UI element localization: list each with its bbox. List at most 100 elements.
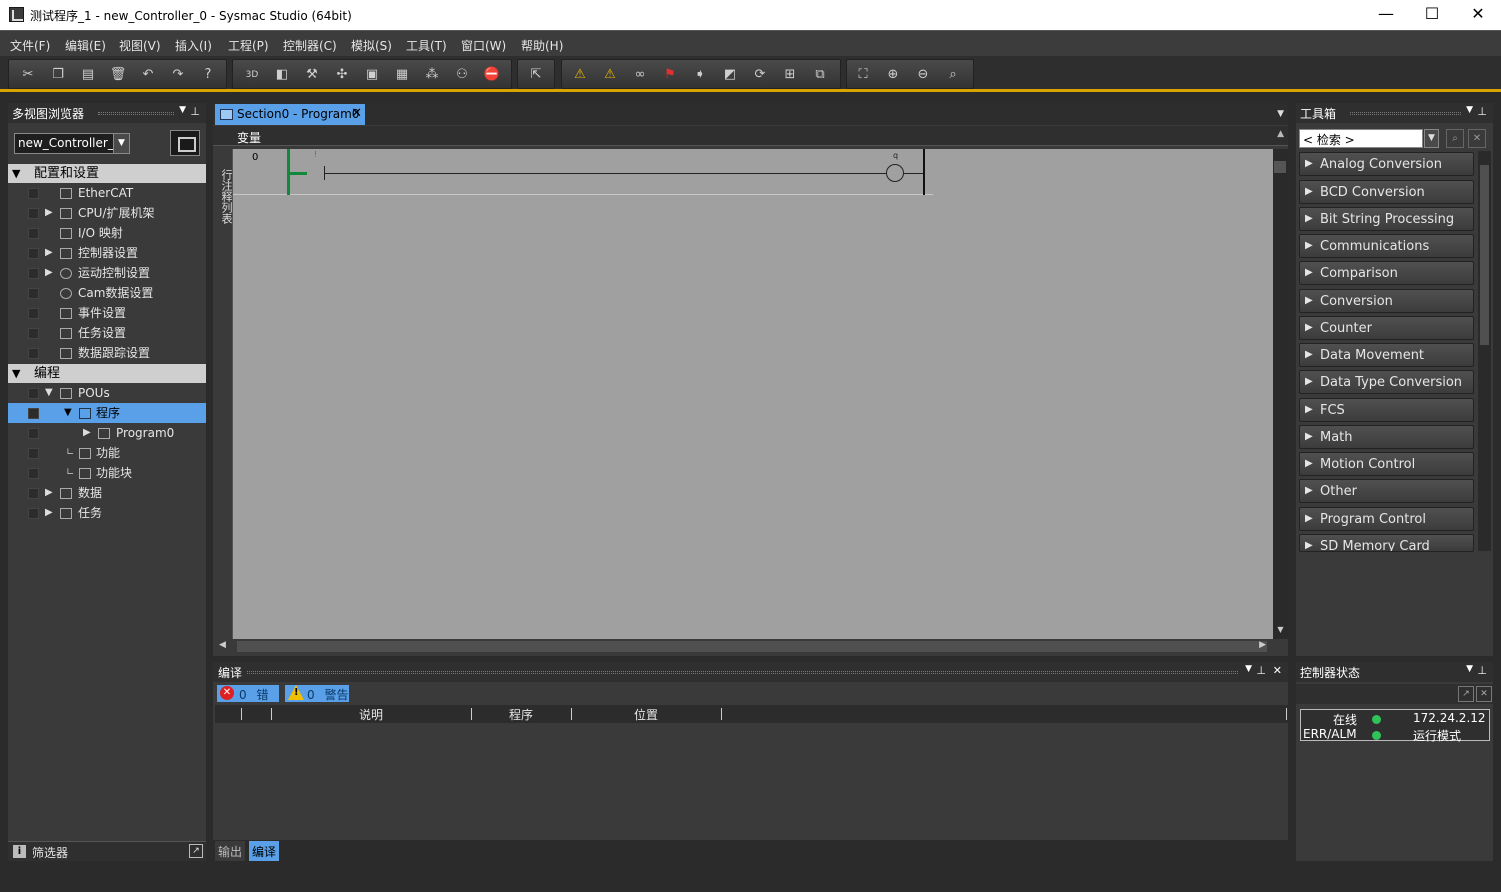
expand-icon[interactable]: ▶: [45, 503, 53, 523]
toolbox-item[interactable]: ▶ Counter: [1299, 316, 1474, 340]
tree-checkbox[interactable]: [28, 408, 39, 419]
controller-status-icon[interactable]: [170, 130, 200, 156]
toolbox-item[interactable]: ▶ Other: [1299, 479, 1474, 503]
error-count-toggle[interactable]: ✕ 0 错误: [217, 685, 279, 719]
scroll-up-icon[interactable]: ▲: [1277, 129, 1284, 139]
pin-icon[interactable]: ⊥: [1477, 105, 1487, 118]
dashboard-icon[interactable]: ▣: [361, 64, 383, 86]
binoculars-icon[interactable]: ⚇: [451, 64, 473, 86]
build-icon[interactable]: ⚒: [301, 64, 323, 86]
tree-checkbox[interactable]: [28, 268, 39, 279]
clear-warning-icon[interactable]: ⚠: [599, 64, 621, 86]
panel-menu-icon[interactable]: ▼: [1466, 105, 1473, 115]
monitor-icon[interactable]: ▦: [391, 64, 413, 86]
tree-checkbox[interactable]: [28, 208, 39, 219]
toolbox-item[interactable]: ▶ BCD Conversion: [1299, 180, 1474, 204]
line-comment-sidebar[interactable]: 行注释列表: [215, 149, 233, 639]
tree-checkbox[interactable]: [28, 428, 39, 439]
compare-icon[interactable]: ⧉: [809, 64, 831, 86]
toolbox-item[interactable]: ▶ Motion Control: [1299, 452, 1474, 476]
panel-menu-icon[interactable]: ▼: [1245, 664, 1252, 674]
rung-0[interactable]: 0 ! q: [233, 149, 933, 195]
toolbox-scrollbar[interactable]: [1478, 151, 1491, 551]
column-separator[interactable]: [571, 708, 572, 720]
tree-item-data-trace[interactable]: 数据跟踪设置: [8, 343, 206, 363]
tree-checkbox[interactable]: [28, 248, 39, 259]
undo-icon[interactable]: ↶: [137, 64, 159, 86]
ladder-canvas[interactable]: 0 ! q: [233, 149, 1273, 639]
column-separator[interactable]: [721, 708, 722, 720]
column-program[interactable]: 程序: [509, 706, 533, 723]
toolbox-item[interactable]: ▶ FCS: [1299, 398, 1474, 422]
tree-checkbox[interactable]: [28, 228, 39, 239]
popout-icon[interactable]: ↗: [1458, 686, 1474, 702]
minimize-button[interactable]: —: [1363, 0, 1409, 30]
column-separator[interactable]: [1286, 708, 1287, 720]
paste-icon[interactable]: ▤: [77, 64, 99, 86]
tree-item-programs[interactable]: ▼ 程序: [8, 403, 206, 423]
help-icon[interactable]: ?: [197, 64, 219, 86]
menu-insert[interactable]: 插入(I): [175, 37, 212, 54]
editor-vertical-scrollbar[interactable]: ▼: [1273, 149, 1288, 639]
menu-project[interactable]: 工程(P): [228, 37, 269, 54]
warning-count-toggle[interactable]: ! 0 警告: [285, 685, 349, 702]
collapse-icon[interactable]: ▼: [12, 164, 20, 183]
column-location[interactable]: 位置: [634, 706, 658, 723]
tree-checkbox[interactable]: [28, 508, 39, 519]
clear-search-icon[interactable]: ✕: [1468, 129, 1486, 148]
tree-item-cam-data[interactable]: Cam数据设置: [8, 283, 206, 303]
refresh-icon[interactable]: ⟳: [749, 64, 771, 86]
menu-controller[interactable]: 控制器(C): [283, 37, 337, 54]
zoom-reset-icon[interactable]: ⌕: [942, 64, 964, 86]
toolbox-item[interactable]: ▶ SD Memory Card: [1299, 534, 1474, 552]
tree-item-functions[interactable]: ∟ 功能: [8, 443, 206, 463]
tree-item-task-settings[interactable]: 任务设置: [8, 323, 206, 343]
tab-build[interactable]: 编译: [249, 841, 280, 861]
device-icon[interactable]: ⊞: [779, 64, 801, 86]
toolbox-item[interactable]: ▶ Data Type Conversion: [1299, 370, 1474, 394]
scroll-thumb[interactable]: [1274, 161, 1286, 173]
output-coil[interactable]: [886, 164, 904, 182]
panel-grip[interactable]: [247, 671, 1238, 674]
expand-icon[interactable]: ▶: [45, 263, 53, 283]
warning-icon[interactable]: ⚠: [569, 64, 591, 86]
pin-icon[interactable]: ⊥: [190, 105, 200, 118]
menu-edit[interactable]: 编辑(E): [65, 37, 106, 54]
pin-icon[interactable]: ⊥: [1256, 664, 1266, 677]
tree-checkbox[interactable]: [28, 468, 39, 479]
copy-icon[interactable]: ❐: [47, 64, 69, 86]
panel-menu-icon[interactable]: ▼: [1466, 664, 1473, 674]
tab-list-icon[interactable]: ▼: [1277, 109, 1284, 119]
tree-checkbox[interactable]: [28, 388, 39, 399]
scroll-thumb[interactable]: [1480, 165, 1489, 345]
glasses-icon[interactable]: ∞: [629, 64, 651, 86]
collapse-icon[interactable]: ▼: [64, 403, 72, 423]
tree-item-tasks[interactable]: ▶ 任务: [8, 503, 206, 523]
scroll-down-icon[interactable]: ▼: [1273, 625, 1288, 639]
collapse-icon[interactable]: ▼: [12, 364, 20, 383]
tree-checkbox[interactable]: [28, 488, 39, 499]
zoom-fit-icon[interactable]: ⛶: [852, 64, 874, 86]
menu-help[interactable]: 帮助(H): [521, 37, 563, 54]
collapse-icon[interactable]: ▼: [45, 383, 53, 403]
tree-item-pous[interactable]: ▼ POUs: [8, 383, 206, 403]
expand-icon[interactable]: ▶: [83, 423, 91, 443]
toolbox-item[interactable]: ▶ Communications: [1299, 234, 1474, 258]
column-separator[interactable]: [271, 708, 272, 720]
variables-bar[interactable]: 变量: [213, 126, 1288, 146]
tree-checkbox[interactable]: [28, 188, 39, 199]
tree-checkbox[interactable]: [28, 328, 39, 339]
tools-icon[interactable]: ✣: [331, 64, 353, 86]
tree-checkbox[interactable]: [28, 348, 39, 359]
expand-icon[interactable]: ▶: [45, 203, 53, 223]
close-button[interactable]: ✕: [1455, 0, 1501, 30]
tree-item-program0[interactable]: ▶ Program0: [8, 423, 206, 443]
tree-item-motion-settings[interactable]: ▶ 运动控制设置: [8, 263, 206, 283]
tab-output[interactable]: 输出: [215, 841, 246, 861]
tree-item-cpu-rack[interactable]: ▶ CPU/扩展机架: [8, 203, 206, 223]
tree-checkbox[interactable]: [28, 448, 39, 459]
tree-checkbox[interactable]: [28, 308, 39, 319]
toolbox-item[interactable]: ▶ Math: [1299, 425, 1474, 449]
tree-item-data[interactable]: ▶ 数据: [8, 483, 206, 503]
cut-icon[interactable]: ✂: [17, 64, 39, 86]
